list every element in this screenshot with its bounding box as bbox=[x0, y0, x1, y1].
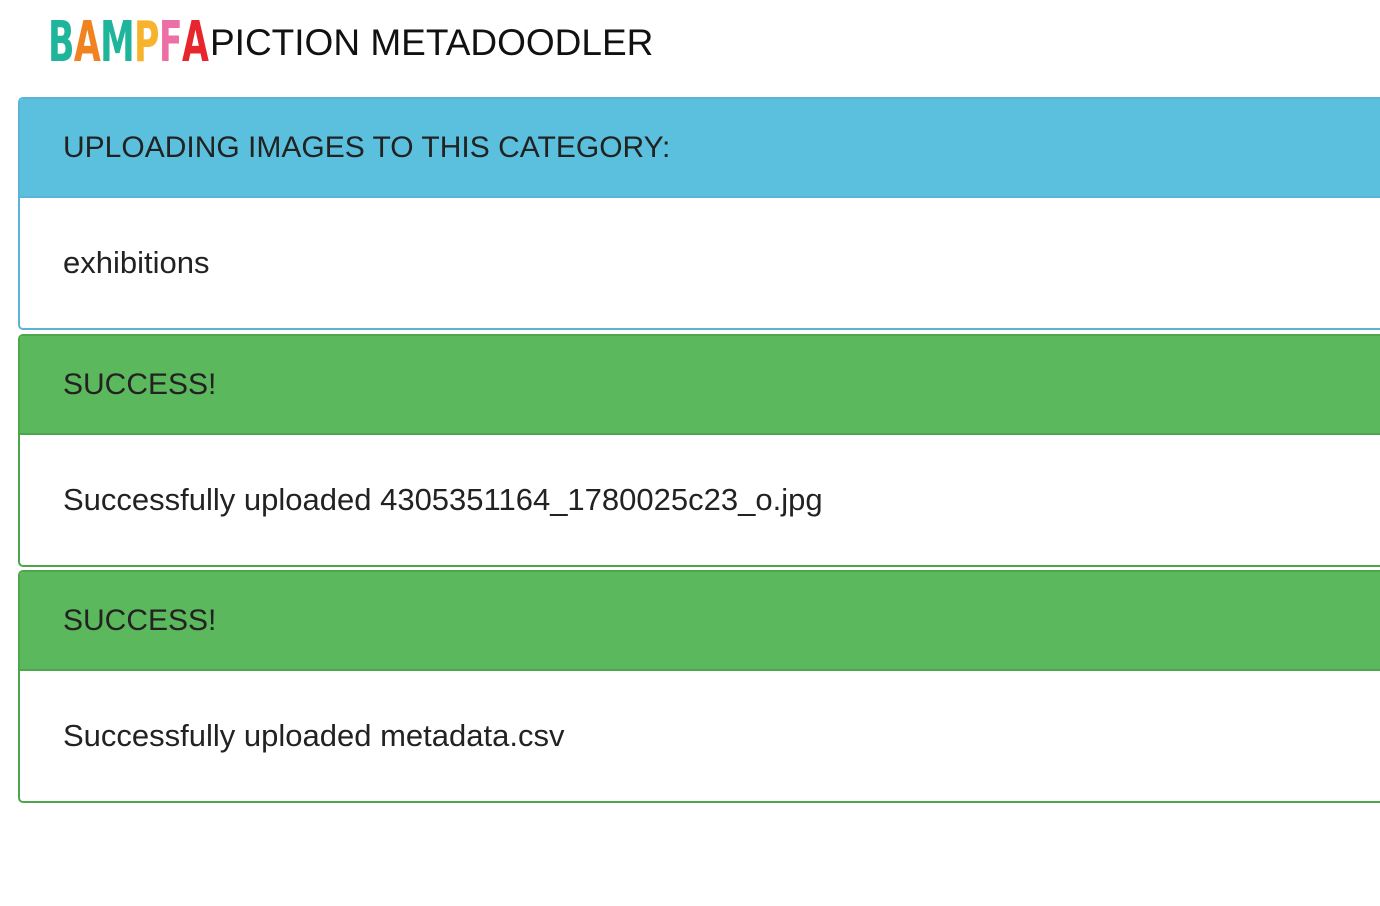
success-message: Successfully uploaded 4305351164_1780025… bbox=[63, 482, 823, 517]
success-panel-image: SUCCESS! Successfully uploaded 430535116… bbox=[18, 334, 1380, 567]
logo-letter: A bbox=[181, 9, 209, 75]
page-header: B A M P F A PICTION METADOODLER bbox=[48, 9, 654, 75]
logo-letter: F bbox=[158, 9, 183, 75]
category-name: exhibitions bbox=[63, 245, 210, 280]
panel-heading: SUCCESS! bbox=[20, 572, 1380, 671]
success-message: Successfully uploaded metadata.csv bbox=[63, 718, 565, 753]
logo-letter: A bbox=[73, 9, 101, 75]
app-title: PICTION METADOODLER bbox=[210, 21, 654, 63]
success-panel-metadata: SUCCESS! Successfully uploaded metadata.… bbox=[18, 570, 1380, 803]
panel-heading: UPLOADING IMAGES TO THIS CATEGORY: bbox=[20, 99, 1380, 198]
logo-letter: P bbox=[134, 9, 159, 75]
category-info-panel: UPLOADING IMAGES TO THIS CATEGORY: exhib… bbox=[18, 97, 1380, 330]
logo-letter: B bbox=[48, 9, 74, 75]
panel-heading: SUCCESS! bbox=[20, 336, 1380, 435]
bampfa-logo: B A M P F A bbox=[48, 9, 209, 75]
logo-letter: M bbox=[100, 9, 135, 75]
